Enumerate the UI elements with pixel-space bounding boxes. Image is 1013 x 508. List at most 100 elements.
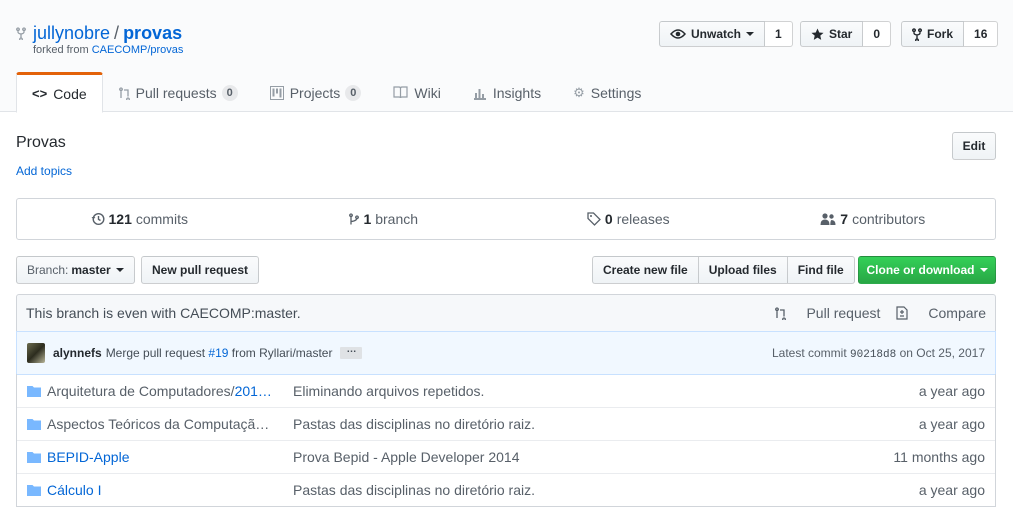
edit-button[interactable]: Edit (952, 132, 996, 160)
file-name[interactable]: Cálculo I (47, 482, 277, 498)
branches-count: 1 (363, 211, 372, 227)
tab-insights[interactable]: Insights (457, 71, 557, 112)
star-label: Star (829, 27, 853, 41)
new-pull-request-button[interactable]: New pull request (141, 256, 260, 284)
avatar[interactable] (27, 343, 45, 363)
fork-button[interactable]: Fork (901, 21, 965, 47)
repo-nav-tabs: <> Code Pull requests 0 Projects 0 Wiki … (16, 71, 657, 113)
repo-owner-link[interactable]: jullynobre (33, 23, 110, 43)
projects-counter: 0 (345, 84, 362, 101)
tab-pull-requests[interactable]: Pull requests 0 (103, 71, 254, 112)
project-icon (269, 85, 284, 100)
releases-summary[interactable]: 0 releases (506, 199, 751, 239)
eye-icon (670, 29, 686, 39)
repo-forked-icon (16, 27, 26, 40)
tab-settings-label: Settings (590, 84, 642, 101)
file-row: BEPID-Apple Prova Bepid - Apple Develope… (17, 440, 995, 473)
watchers-count[interactable]: 1 (765, 21, 793, 47)
pull-request-icon (775, 307, 787, 320)
branches-summary[interactable]: 1 branch (262, 199, 507, 239)
latest-commit-bar: alynnefs Merge pull request #19 from Ryl… (16, 331, 996, 375)
file-name[interactable]: Aspectos Teóricos da Computaçã… (47, 416, 277, 432)
file-age: a year ago (918, 416, 985, 432)
forked-source-link[interactable]: CAECOMP/provas (92, 44, 184, 56)
gear-icon: ⚙ (573, 84, 585, 100)
watch-group: Unwatch 1 (659, 21, 793, 47)
git-branch-icon (349, 213, 360, 225)
pull-request-link-label: Pull request (806, 305, 881, 321)
file-name-path: Arquitetura de Computadores/ (47, 382, 235, 399)
tab-projects[interactable]: Projects 0 (254, 71, 378, 112)
latest-commit-date: on Oct 25, 2017 (899, 345, 985, 360)
chevron-down-icon (115, 268, 124, 272)
file-age: a year ago (918, 482, 985, 498)
tab-code-label: Code (53, 85, 87, 102)
folder-icon (27, 451, 41, 463)
file-name-link[interactable]: Cálculo I (47, 482, 101, 498)
forked-from: forked from CAECOMP/provas (33, 44, 183, 56)
repo-title-separator: / (114, 23, 120, 43)
add-topics-link[interactable]: Add topics (16, 164, 72, 178)
star-icon (811, 27, 824, 40)
stargazers-count[interactable]: 0 (863, 21, 892, 47)
contributors-summary[interactable]: 7 contributors (751, 199, 996, 239)
branch-select-button[interactable]: Branch: master (16, 256, 135, 284)
forked-from-label: forked from (33, 44, 89, 56)
ellipsis-expander-button[interactable]: … (340, 345, 363, 359)
pull-request-link[interactable]: Pull request (775, 305, 880, 321)
code-icon: <> (32, 86, 48, 101)
tab-wiki[interactable]: Wiki (377, 71, 456, 112)
file-age: a year ago (918, 382, 985, 399)
file-commit-message[interactable]: Pastas das disciplinas no diretório raiz… (293, 482, 919, 498)
branches-label: branch (375, 211, 419, 227)
clone-or-download-label: Clone or download (866, 263, 975, 277)
folder-icon (27, 484, 41, 496)
commits-summary[interactable]: 121 commits (17, 199, 262, 239)
releases-label: releases (616, 211, 670, 227)
commit-message-prefix[interactable]: Merge pull request (106, 346, 205, 360)
file-row: Arquitetura de Computadores/201… Elimina… (17, 374, 995, 407)
unwatch-button[interactable]: Unwatch (659, 21, 766, 47)
pull-request-icon (118, 86, 130, 100)
forks-count[interactable]: 16 (964, 21, 999, 47)
file-name-link[interactable]: 201… (235, 383, 272, 399)
find-file-button[interactable]: Find file (786, 256, 855, 284)
chevron-down-icon (979, 268, 988, 272)
repo-title: jullynobre / provas (33, 22, 182, 44)
create-new-file-button[interactable]: Create new file (592, 256, 699, 284)
tab-insights-label: Insights (492, 84, 542, 101)
branch-status-text: This branch is even with CAECOMP:master. (26, 305, 301, 321)
folder-icon (27, 418, 41, 430)
folder-icon (27, 385, 41, 397)
repo-name-link[interactable]: provas (123, 23, 182, 43)
star-button[interactable]: Star (800, 21, 864, 47)
organization-icon (820, 213, 836, 225)
chevron-down-icon (746, 32, 755, 36)
clone-or-download-button[interactable]: Clone or download (858, 256, 996, 284)
tab-settings[interactable]: ⚙ Settings (557, 71, 657, 112)
compare-link[interactable]: Compare (896, 305, 986, 321)
commit-author-link[interactable]: alynnefs (53, 346, 102, 360)
file-name[interactable]: BEPID-Apple (47, 449, 277, 465)
numbers-summary: 121 commits 1 branch 0 releases 7 contri… (16, 198, 996, 240)
latest-commit-label: Latest commit (771, 345, 847, 360)
repo-forked-icon (912, 28, 922, 41)
file-commit-message[interactable]: Prova Bepid - Apple Developer 2014 (293, 449, 893, 465)
repo-header: jullynobre / provas forked from CAECOMP/pr… (0, 0, 1013, 113)
commit-pr-link[interactable]: #19 (208, 346, 228, 360)
upload-files-button[interactable]: Upload files (697, 256, 788, 284)
contributors-count: 7 (840, 211, 849, 227)
file-commit-message[interactable]: Pastas das disciplinas no diretório raiz… (293, 416, 919, 432)
branch-select-prefix: Branch: (27, 263, 69, 277)
commit-sha-link[interactable]: 90218d8 (850, 349, 896, 361)
tab-code[interactable]: <> Code (16, 72, 103, 113)
branch-status-bar: This branch is even with CAECOMP:master.… (16, 294, 996, 332)
commit-message-suffix[interactable]: from Ryllari/master (232, 346, 333, 360)
file-name-link[interactable]: BEPID-Apple (47, 449, 129, 465)
unwatch-label: Unwatch (691, 27, 742, 41)
file-name[interactable]: Arquitetura de Computadores/201… (47, 383, 277, 399)
star-group: Star 0 (800, 21, 892, 47)
file-commit-message[interactable]: Eliminando arquivos repetidos. (293, 383, 919, 399)
fork-group: Fork 16 (901, 21, 999, 47)
commits-label: commits (135, 211, 188, 227)
